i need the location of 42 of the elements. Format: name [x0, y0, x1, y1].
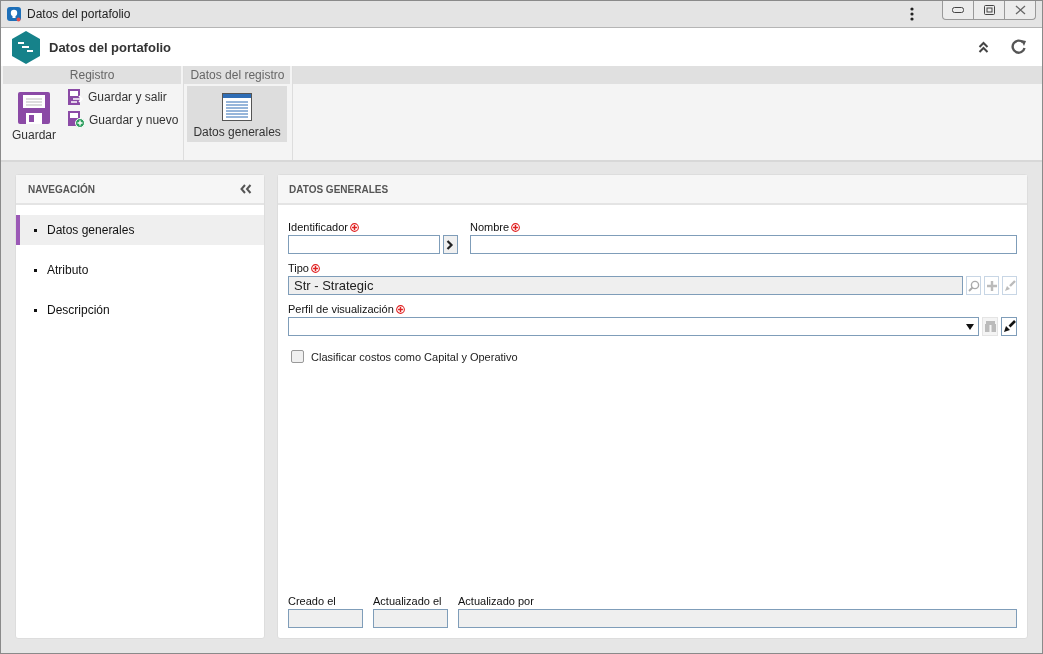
text-field[interactable] [288, 235, 440, 254]
general-data-button[interactable]: Datos generales [187, 86, 287, 142]
more-options-icon[interactable] [910, 7, 914, 21]
collapse-left-icon[interactable] [240, 184, 252, 194]
field-label: Perfil de visualización [288, 303, 1017, 317]
save-exit-icon [68, 89, 85, 105]
ribbon-group-title: Registro [3, 66, 182, 84]
checkbox[interactable] [291, 350, 304, 363]
go-button[interactable] [442, 235, 458, 254]
ribbon-group-title: Datos del registro [184, 66, 291, 84]
app-icon [7, 6, 21, 22]
section-title: DATOS GENERALES [278, 175, 1027, 205]
checkbox-label: Clasificar costos como Capital y Operativo [311, 350, 518, 363]
window-title: Datos del portafolio [27, 7, 132, 21]
search-button[interactable] [966, 276, 982, 295]
field-label: Tipo [288, 262, 1017, 276]
field-label: Identificador [288, 221, 458, 235]
refresh-icon[interactable] [1011, 39, 1028, 55]
collapse-up-icon[interactable] [978, 41, 989, 53]
nav-item[interactable]: Descripción [16, 295, 264, 325]
dropdown-field[interactable] [288, 317, 979, 336]
brush-button[interactable] [1001, 317, 1017, 336]
add-button[interactable] [984, 276, 1000, 295]
nav-item[interactable]: Datos generales [16, 215, 264, 245]
field-label: Creado el [288, 595, 337, 609]
save-new-icon [68, 111, 86, 128]
close-icon[interactable] [1014, 5, 1026, 15]
minimize-icon[interactable] [952, 7, 964, 13]
save-button[interactable]: Guardar [6, 86, 63, 142]
field-label: Actualizado por [458, 595, 535, 609]
save-new-button[interactable]: Guardar y nuevo [66, 110, 181, 129]
panel-title: NAVEGACIÓN [28, 183, 96, 195]
text-field[interactable] [470, 235, 1017, 254]
chevron-right-icon [446, 239, 455, 250]
save-exit-button[interactable]: Guardar y salir [66, 88, 181, 106]
page-title: Datos del portafolio [49, 39, 173, 55]
maximize-icon[interactable] [983, 5, 995, 15]
field-label: Actualizado el [373, 595, 443, 609]
form-window-icon [222, 93, 253, 121]
dropdown-arrow-icon [966, 323, 974, 330]
field-label: Nombre [470, 221, 1017, 235]
nav-item[interactable]: Atributo [16, 255, 264, 285]
